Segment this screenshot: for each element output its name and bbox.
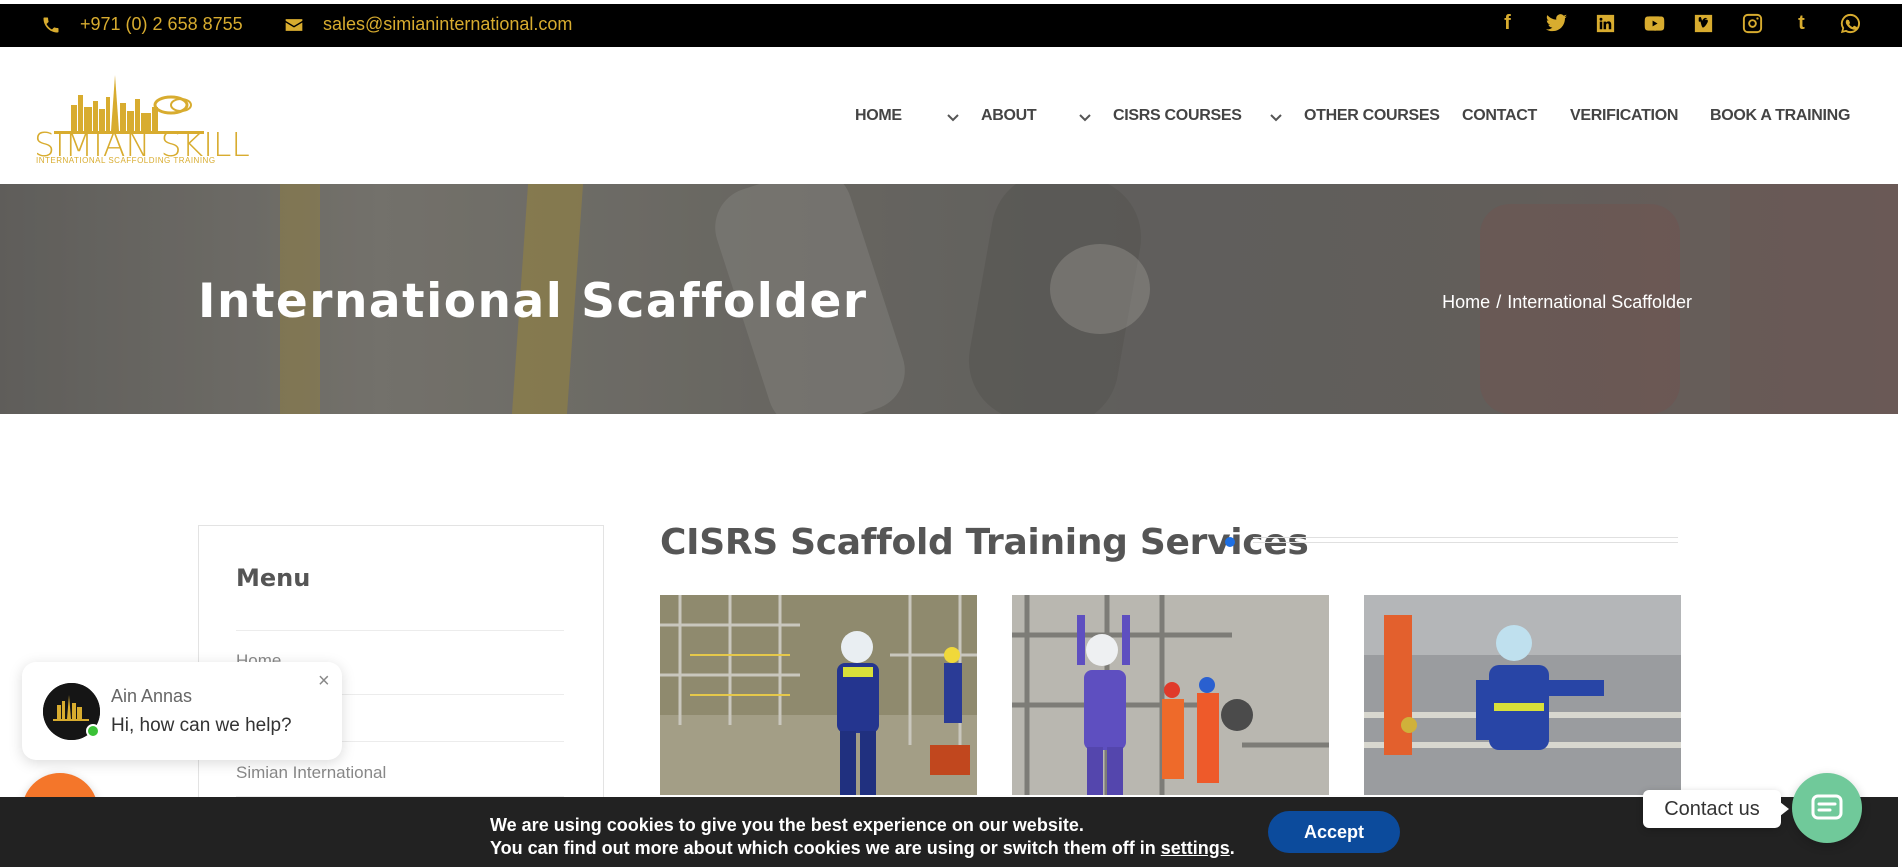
online-indicator	[86, 724, 100, 738]
top-strip	[0, 0, 1902, 4]
scaffolder-photo-3	[1364, 595, 1681, 795]
cookie-line-2: You can find out more about which cookie…	[490, 837, 1235, 860]
contact-us-label[interactable]: Contact us	[1643, 790, 1789, 828]
cookie-banner: We are using cookies to give you the bes…	[0, 797, 1898, 867]
envelope-icon	[285, 18, 303, 31]
tumblr-icon[interactable]: t	[1790, 12, 1813, 35]
accept-cookies-button[interactable]: Accept	[1268, 811, 1400, 853]
vimeo-icon[interactable]	[1692, 12, 1715, 35]
close-icon[interactable]: ×	[318, 670, 330, 693]
title-dot	[1225, 537, 1235, 547]
chat-agent-name: Ain Annas	[111, 686, 193, 706]
scaffolder-photo-2	[1012, 595, 1329, 795]
logo-tagline: INTERNATIONAL SCAFFOLDING TRAINING	[36, 156, 216, 165]
site-header: SIMIAN SKILL INTERNATIONAL SCAFFOLDING T…	[0, 47, 1902, 184]
course-card-image[interactable]	[660, 595, 977, 795]
phone-icon	[43, 17, 59, 32]
whatsapp-icon[interactable]	[1839, 12, 1862, 35]
breadcrumb-separator: /	[1496, 292, 1502, 312]
youtube-icon[interactable]	[1643, 12, 1666, 35]
nav-contact[interactable]: CONTACT	[1462, 107, 1537, 125]
cookie-line-1: We are using cookies to give you the bes…	[490, 815, 1084, 835]
message-icon	[1811, 794, 1843, 820]
chevron-down-icon[interactable]	[1077, 109, 1093, 125]
nav-home[interactable]: HOME	[855, 107, 902, 125]
cookie-settings-link[interactable]: settings	[1161, 838, 1230, 858]
linkedin-icon[interactable]	[1594, 12, 1617, 35]
title-rule	[1253, 537, 1678, 543]
twitter-icon[interactable]	[1545, 12, 1568, 35]
contact-us-button[interactable]	[1792, 773, 1862, 843]
sidebar-item-simian-international[interactable]: Simian International	[236, 763, 386, 783]
chevron-down-icon[interactable]	[1268, 109, 1284, 125]
nav-verification[interactable]: VERIFICATION	[1570, 107, 1678, 125]
breadcrumb: Home / International Scaffolder	[1439, 292, 1695, 313]
phone-number[interactable]: +971 (0) 2 658 8755	[80, 14, 243, 35]
breadcrumb-current: International Scaffolder	[1507, 292, 1692, 312]
cookie-notice: We are using cookies to give you the bes…	[490, 814, 1235, 860]
email-contact[interactable]: sales@simianinternational.com	[283, 14, 572, 35]
divider	[236, 630, 564, 631]
email-address[interactable]: sales@simianinternational.com	[323, 14, 572, 35]
scaffolder-photo-1	[660, 595, 977, 795]
chat-message: Hi, how can we help?	[111, 715, 292, 736]
page-title: International Scaffolder	[198, 274, 868, 329]
chevron-down-icon[interactable]	[945, 109, 961, 125]
page-hero: International Scaffolder Home / Internatio…	[0, 184, 1898, 414]
phone-contact[interactable]: +971 (0) 2 658 8755	[40, 14, 243, 35]
nav-book-training[interactable]: BOOK A TRAINING	[1710, 107, 1850, 125]
cookie-line-2-end: .	[1229, 838, 1235, 858]
main-nav: HOME ABOUT CISRS COURSES OTHER COURSES C…	[0, 107, 1902, 131]
facebook-icon[interactable]: f	[1496, 12, 1519, 35]
nav-about[interactable]: ABOUT	[981, 107, 1037, 125]
course-card-image[interactable]	[1012, 595, 1329, 795]
breadcrumb-home[interactable]: Home	[1442, 292, 1490, 312]
course-card-image[interactable]	[1364, 595, 1681, 795]
sidebar-heading: Menu	[236, 564, 311, 592]
chat-popup[interactable]: Ain Annas Hi, how can we help? ×	[22, 662, 342, 760]
social-links: f t	[1496, 12, 1862, 35]
section-title: CISRS Scaffold Training Services	[660, 522, 1309, 563]
nav-cisrs-courses[interactable]: CISRS COURSES	[1113, 107, 1242, 125]
instagram-icon[interactable]	[1741, 12, 1764, 35]
top-bar: +971 (0) 2 658 8755 sales@simianinternat…	[0, 0, 1902, 47]
nav-other-courses[interactable]: OTHER COURSES	[1304, 107, 1440, 125]
cookie-line-2-text: You can find out more about which cookie…	[490, 838, 1161, 858]
